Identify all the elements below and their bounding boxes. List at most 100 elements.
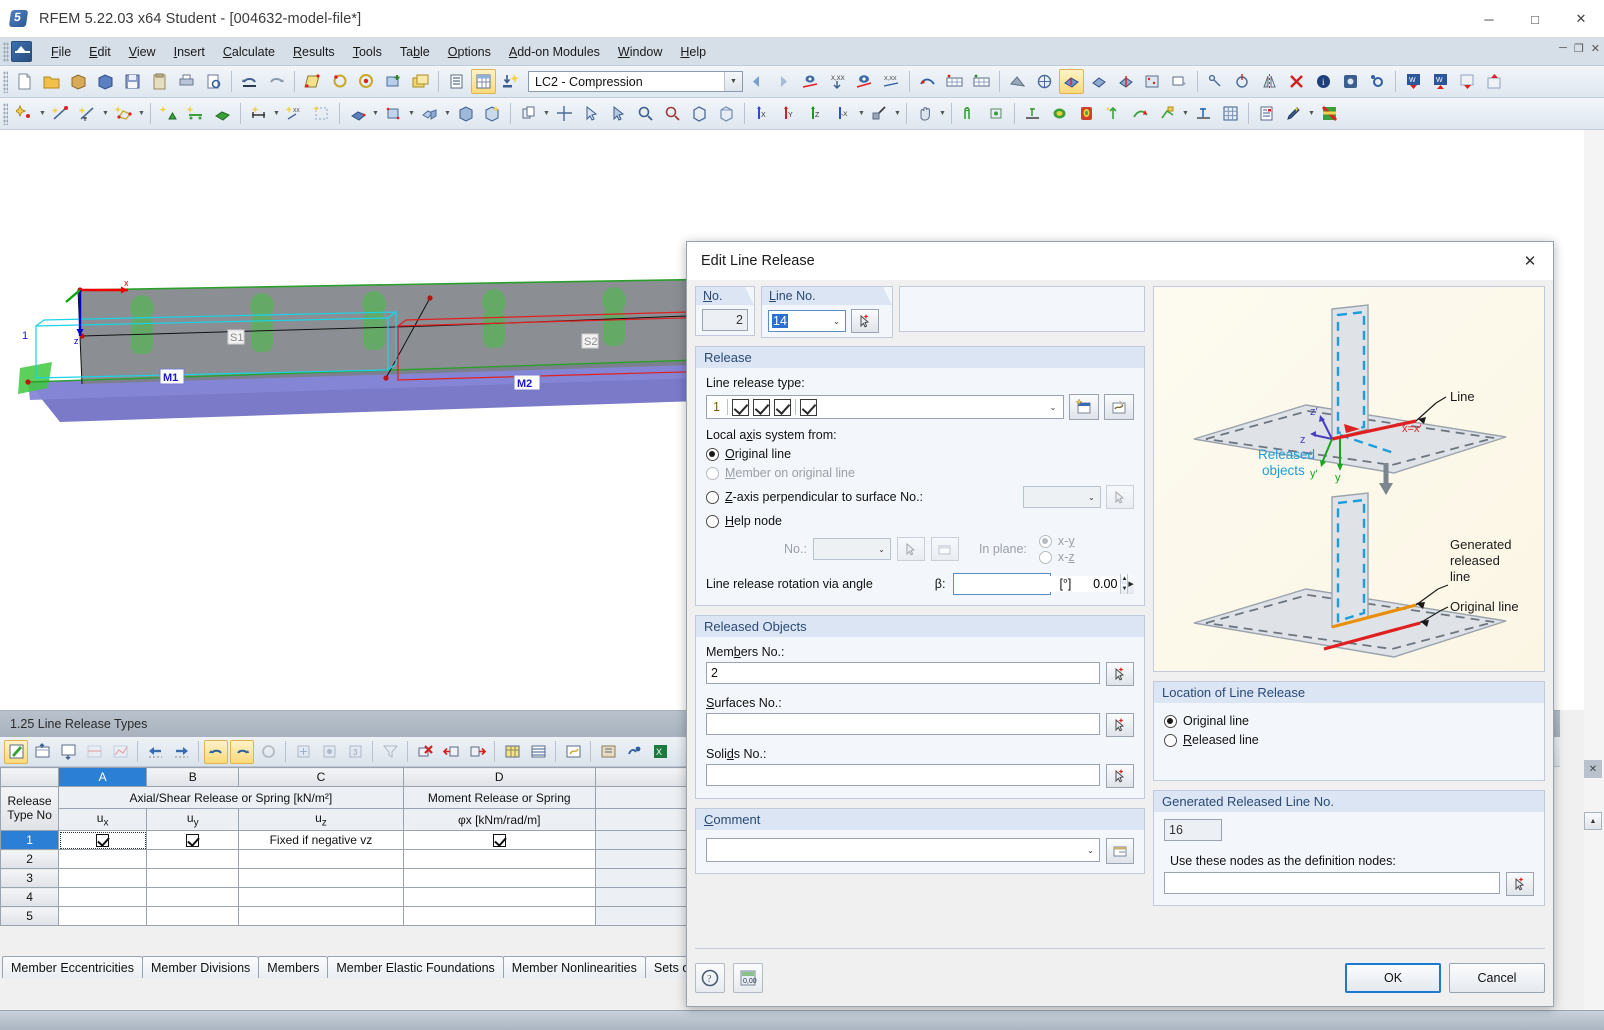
pick-node-icon[interactable] [896, 537, 925, 561]
radio-location-released-line-button[interactable] [1164, 733, 1177, 747]
clipboard-icon[interactable] [147, 69, 172, 94]
delete-row-icon[interactable] [413, 740, 437, 764]
cell-ux[interactable] [58, 849, 148, 869]
render-model-icon[interactable] [1005, 69, 1030, 94]
radio-help-node-button[interactable] [706, 514, 719, 528]
previous-load-case-icon[interactable] [744, 69, 769, 94]
view-dropdown[interactable]: ▼ [857, 101, 866, 126]
show-contour-icon[interactable] [1047, 101, 1072, 126]
previous-table-icon[interactable] [143, 740, 167, 764]
sheet-tab-member-nonlinearities[interactable]: Member Nonlinearities [502, 956, 646, 978]
result-table-icon[interactable] [942, 69, 967, 94]
pick-surface-icon[interactable] [1106, 713, 1134, 737]
new-nodal-support-icon[interactable] [156, 101, 181, 126]
new-opening-icon[interactable] [417, 101, 442, 126]
toolbar-grip[interactable] [3, 70, 8, 93]
ok-button[interactable]: OK [1345, 962, 1441, 993]
new-surface-support-icon[interactable] [210, 101, 235, 126]
show-stress-icon[interactable] [1074, 101, 1099, 126]
new-line-icon[interactable] [48, 101, 73, 126]
radio-plane-xy-button[interactable] [1038, 534, 1052, 548]
rotate-3d-icon[interactable] [354, 69, 379, 94]
dialog-close-icon[interactable]: ✕ [1507, 242, 1553, 280]
help-icon[interactable]: ? [695, 962, 725, 993]
cell-e[interactable] [594, 906, 701, 926]
radio-original-line[interactable]: Original line [706, 447, 1134, 461]
table-properties-icon[interactable] [596, 740, 620, 764]
new-type-icon[interactable] [1069, 394, 1099, 420]
refresh-table-icon[interactable] [256, 740, 280, 764]
table-row[interactable]: 2 [0, 849, 701, 869]
line-no-combo[interactable]: 14 ⌄ [768, 310, 846, 332]
generated-line-no-input[interactable] [1164, 819, 1222, 841]
show-deformation2-icon[interactable] [1101, 101, 1126, 126]
show-labels-icon[interactable] [1167, 69, 1192, 94]
comment-browse-icon[interactable] [1106, 838, 1134, 864]
result-grid-icon[interactable] [1218, 101, 1243, 126]
delete-icon[interactable] [1284, 69, 1309, 94]
radio-location-released-line[interactable]: Released line [1164, 733, 1534, 747]
view-iso-dropdown[interactable]: ▼ [893, 101, 902, 126]
mdi-restore-button[interactable]: ❐ [1574, 42, 1584, 55]
print-icon[interactable] [174, 69, 199, 94]
minimize-button[interactable]: ─ [1466, 0, 1512, 38]
pick-node-icon[interactable] [1506, 872, 1534, 896]
table-row[interactable]: 1 Fixed if negative vz [0, 830, 701, 850]
cell-uz[interactable] [238, 887, 404, 907]
printout-report-icon[interactable] [1254, 101, 1279, 126]
spinner-buttons[interactable]: ▲ ▼ [1120, 574, 1128, 594]
cell-phix[interactable] [402, 830, 596, 850]
solids-no-input[interactable] [706, 764, 1100, 786]
result-diagram-icon[interactable]: X,XX [879, 69, 904, 94]
table-style1-icon[interactable] [500, 740, 524, 764]
color-scale-icon[interactable] [1317, 101, 1342, 126]
show-support-reactions-icon[interactable] [1020, 101, 1045, 126]
row-number[interactable]: 2 [0, 849, 60, 869]
copy-object-icon[interactable] [516, 101, 541, 126]
cell-uy[interactable] [146, 868, 240, 888]
print-preview-icon[interactable] [201, 69, 226, 94]
radio-location-original-line[interactable]: Original line [1164, 714, 1534, 728]
members-no-input[interactable] [706, 662, 1100, 684]
open-model-icon[interactable] [66, 69, 91, 94]
undo-icon[interactable] [237, 69, 262, 94]
zoom-out-icon[interactable] [660, 101, 685, 126]
new-line-support-icon[interactable] [183, 101, 208, 126]
cell-e[interactable] [594, 887, 701, 907]
new-node-icon[interactable] [930, 537, 959, 561]
table-top-icon[interactable] [30, 740, 54, 764]
redo-icon[interactable] [264, 69, 289, 94]
rotate-object-icon[interactable] [1230, 69, 1255, 94]
definition-nodes-input[interactable] [1164, 872, 1500, 894]
sheet-tab-member-eccentricities[interactable]: Member Eccentricities [2, 956, 143, 978]
column-header-c[interactable]: C [238, 767, 404, 787]
chevron-down-icon[interactable]: ⌄ [1083, 493, 1100, 502]
pick-line-icon[interactable] [851, 309, 879, 333]
show-reactions-icon[interactable] [1191, 101, 1216, 126]
next-load-case-icon[interactable] [771, 69, 796, 94]
new-block-icon[interactable] [453, 101, 478, 126]
chevron-down-icon[interactable]: ⌄ [1043, 403, 1063, 412]
show-surfaces-icon[interactable] [1059, 69, 1084, 94]
mirror-icon[interactable] [1257, 69, 1282, 94]
radio-location-original-line-button[interactable] [1164, 714, 1177, 728]
view-y-icon[interactable]: Y [777, 101, 802, 126]
rotation-spinner[interactable]: ▲▼ ▶ [953, 573, 1134, 595]
view-box2-icon[interactable] [714, 101, 739, 126]
filter-table-icon[interactable] [378, 740, 402, 764]
close-button[interactable]: ✕ [1558, 0, 1604, 38]
column-header-b[interactable]: B [146, 767, 240, 787]
new-window-icon[interactable] [408, 69, 433, 94]
export-word2-icon[interactable]: W [1428, 69, 1453, 94]
menu-file[interactable]: File [42, 42, 80, 62]
menu-window[interactable]: Window [609, 42, 671, 62]
menu-edit[interactable]: Edit [80, 42, 120, 62]
table-bottom-icon[interactable] [56, 740, 80, 764]
mdi-close-button[interactable]: ✕ [1591, 42, 1600, 55]
table-chart-icon[interactable] [108, 740, 132, 764]
new-file-icon[interactable] [12, 69, 37, 94]
settings-icon[interactable] [1338, 69, 1363, 94]
row-number[interactable]: 3 [0, 868, 60, 888]
radio-z-axis-perpendicular-button[interactable] [706, 490, 719, 504]
help-node-combo[interactable]: ⌄ [812, 538, 891, 560]
